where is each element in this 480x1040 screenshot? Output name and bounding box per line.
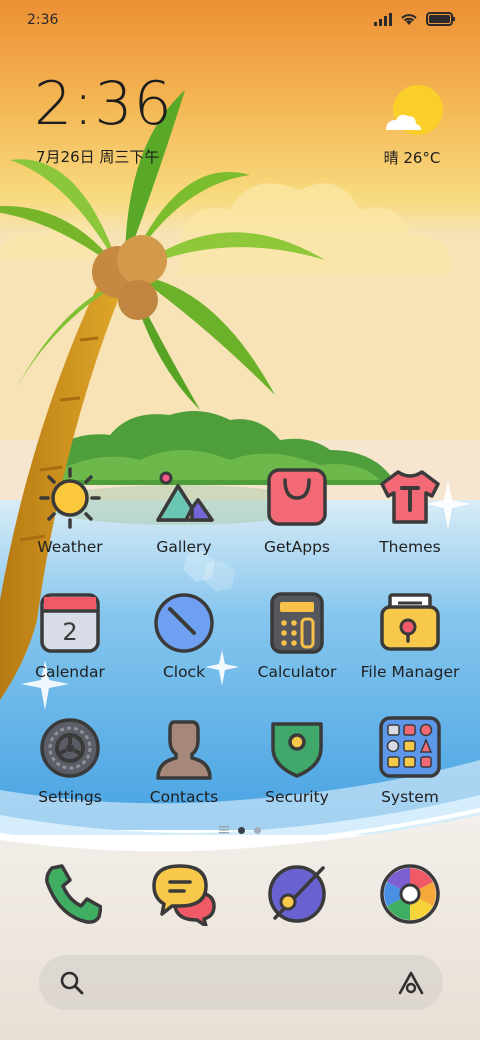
calendar-day: 2 [62,618,77,646]
signal-icon [374,12,392,26]
status-time: 2:36 [27,12,59,28]
weather-widget-temp: 晴 26°C [383,149,441,167]
gallery-icon [152,466,216,530]
clock-widget-date: 7月26日 周三下午 [36,148,160,166]
app-label: Clock [162,663,206,681]
app-label: Calculator [257,663,337,681]
app-settings[interactable]: Settings [13,716,127,806]
home-screen: { "status_bar": { "time": "2:36", "signa… [0,0,480,1040]
app-contacts[interactable]: Contacts [127,716,241,806]
system-folder-icon [378,716,442,780]
dock-browser[interactable] [265,862,329,926]
battery-icon [426,12,455,26]
security-icon [265,716,329,780]
app-themes[interactable]: Themes [353,466,467,556]
getapps-icon [265,466,329,530]
search-icon [60,971,84,995]
app-clock[interactable]: Clock [127,591,241,681]
dock-phone[interactable] [38,862,103,926]
app-file-manager[interactable]: File Manager [353,591,467,681]
app-label: Security [265,788,329,806]
status-icons [374,12,456,26]
dock-camera[interactable] [378,862,442,926]
camera-icon [380,864,440,924]
app-label: GetApps [264,538,330,556]
sun-cloud-icon [386,85,443,135]
page-indicator[interactable] [0,826,480,834]
app-label: Themes [379,538,441,556]
app-label: Contacts [149,788,219,806]
page-dot-active [238,826,245,834]
app-label: Weather [37,538,103,556]
settings-icon [38,716,102,780]
themes-icon [378,466,442,530]
search-bar[interactable] [39,955,443,1010]
app-security[interactable]: Security [240,716,354,806]
browser-icon [268,865,326,923]
app-calendar[interactable]: 2 Calendar [13,591,127,681]
contacts-icon [152,716,216,780]
dock-messages[interactable] [152,862,216,928]
weather-icon [38,466,102,530]
app-getapps[interactable]: GetApps [240,466,354,556]
app-label: Calendar [35,663,105,681]
app-label: Gallery [156,538,212,556]
app-gallery[interactable]: Gallery [127,466,241,556]
app-drawer-handle-icon [219,826,229,834]
clock-icon [152,591,216,655]
messages-icon [152,864,216,928]
file-manager-icon [378,591,442,655]
app-label: System [381,788,439,806]
app-system-folder[interactable]: System [353,716,467,806]
app-label: Settings [38,788,102,806]
calculator-icon [265,591,329,655]
phone-icon [45,864,103,924]
app-calculator[interactable]: Calculator [240,591,354,681]
calendar-icon: 2 [38,591,102,655]
status-bar: 2:36 [0,0,480,40]
clock-widget-time[interactable]: 2:36 [34,74,173,134]
app-weather[interactable]: Weather [13,466,127,556]
app-label: File Manager [360,663,460,681]
wifi-icon [401,14,417,25]
assistant-icon[interactable] [397,970,425,996]
weather-widget[interactable]: 晴 26°C [376,84,446,174]
page-dot [254,826,261,834]
